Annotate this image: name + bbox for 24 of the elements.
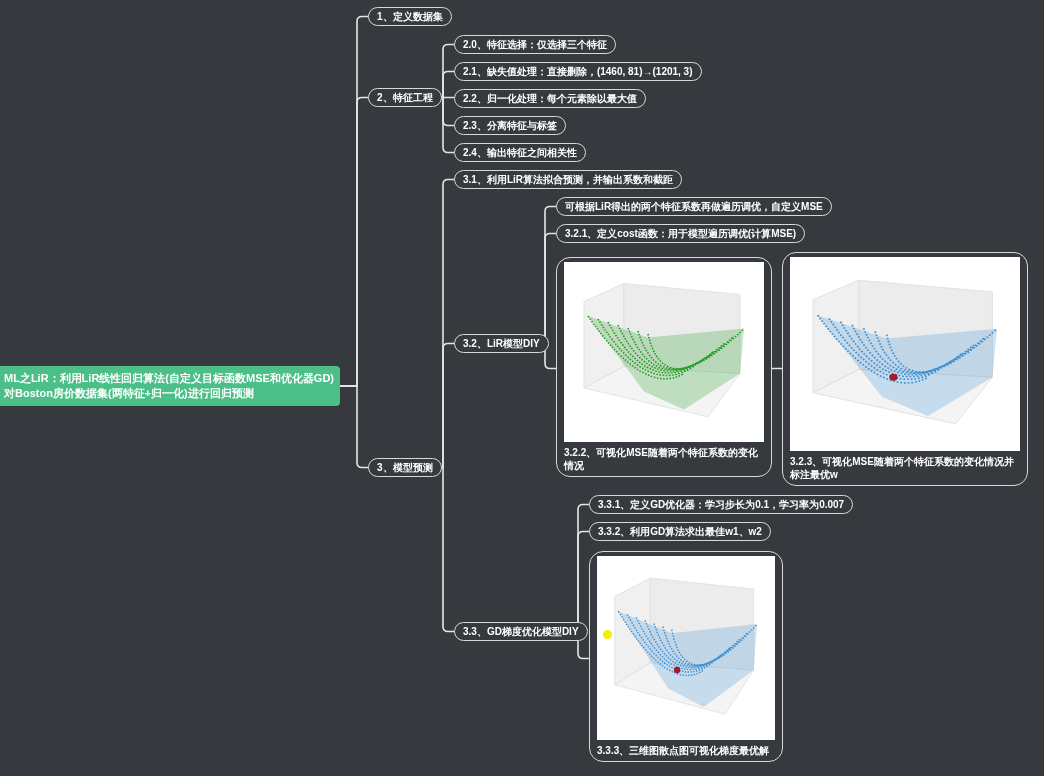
image-caption: 3.3.3、三维图散点图可视化梯度最优解: [597, 744, 771, 758]
image-node[interactable]: 3.3.3、三维图散点图可视化梯度最优解: [589, 551, 783, 762]
topic-node[interactable]: 2.2、归一化处理：每个元素除以最大值: [454, 89, 646, 108]
image-caption: 3.2.3、可视化MSE随着两个特征系数的变化情况并标注最优w: [790, 455, 1015, 482]
topic-node[interactable]: 3.1、利用LiR算法拟合预测，并输出系数和截距: [454, 170, 682, 189]
topic-node[interactable]: 3.3.1、定义GD优化器：学习步长为0.1，学习率为0.007: [589, 495, 854, 514]
image-node[interactable]: 3.2.2、可视化MSE随着两个特征系数的变化情况: [556, 257, 772, 477]
topic-node[interactable]: 1、定义数据集: [368, 7, 452, 26]
topic-node[interactable]: 3、模型预测: [368, 458, 442, 477]
image-caption: 3.2.2、可视化MSE随着两个特征系数的变化情况: [564, 446, 759, 473]
start-point-icon: [603, 630, 612, 639]
central-topic-line: ML之LiR：利用LiR线性回归算法(自定义目标函数MSE和优化器GD): [4, 371, 334, 386]
topic-node[interactable]: 可根据LiR得出的两个特征系数再做遍历调优，自定义MSE: [556, 197, 832, 216]
image-node[interactable]: 3.2.3、可视化MSE随着两个特征系数的变化情况并标注最优w: [782, 252, 1028, 486]
topic-node[interactable]: 2.4、输出特征之间相关性: [454, 143, 586, 162]
topic-node[interactable]: 3.2.1、定义cost函数：用于模型遍历调优(计算MSE): [556, 224, 806, 243]
topic-node[interactable]: 2.3、分离特征与标签: [454, 116, 566, 135]
topic-node[interactable]: 2.0、特征选择：仅选择三个特征: [454, 35, 616, 54]
topic-node[interactable]: 2.1、缺失值处理：直接删除，(1460, 81)→(1201, 3): [454, 62, 702, 81]
central-topic-line: 对Boston房价数据集(两特征+归一化)进行回归预测: [4, 386, 255, 401]
topic-node[interactable]: 3.3.2、利用GD算法求出最佳w1、w2: [589, 522, 771, 541]
topic-node[interactable]: 2、特征工程: [368, 88, 442, 107]
topic-node[interactable]: 3.3、GD梯度优化模型DIY: [454, 622, 588, 641]
topic-node[interactable]: 3.2、LiR模型DIY: [454, 334, 549, 353]
